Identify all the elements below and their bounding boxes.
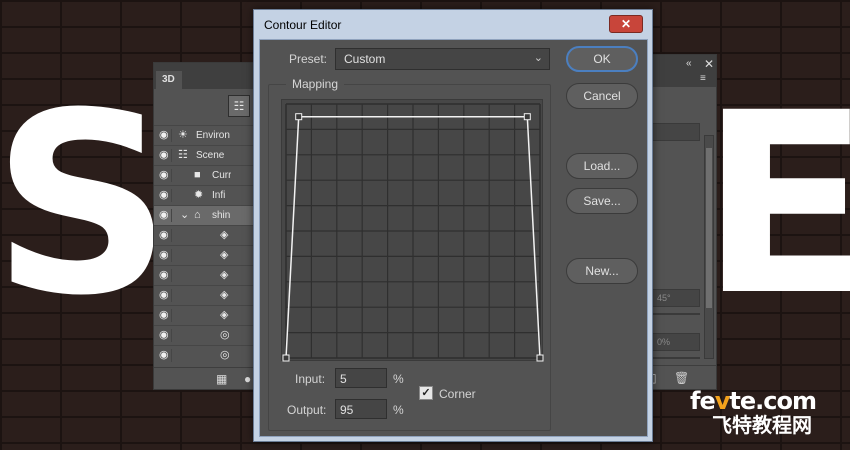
save-button[interactable]: Save... <box>566 188 638 214</box>
3d-layer-row[interactable]: ◉ ◈ <box>154 265 256 285</box>
percent-field[interactable]: 0% <box>652 333 700 351</box>
dialog-title: Contour Editor <box>264 18 342 32</box>
angle-field[interactable]: 45° <box>652 289 700 307</box>
curve-control-point[interactable] <box>282 354 290 362</box>
camera-icon: ■ <box>194 169 201 181</box>
percent-slider[interactable] <box>652 357 700 359</box>
3d-panel-toolrow: ☷ <box>154 89 256 125</box>
input-percent: % <box>393 372 404 386</box>
eye-icon[interactable]: ◉ <box>159 169 172 182</box>
curve-control-point[interactable] <box>295 113 303 121</box>
eye-icon[interactable]: ◉ <box>159 249 172 262</box>
chevron-down-icon: ⌄ <box>533 52 543 64</box>
new-button[interactable]: New... <box>566 258 638 284</box>
input-label: Input: <box>295 372 326 386</box>
output-percent: % <box>393 403 404 417</box>
infinite-light-icon: ✹ <box>194 189 204 201</box>
corner-label: Corner <box>439 387 476 401</box>
site-watermark: fevte.com 飞特教程网 <box>690 387 817 437</box>
output-label: Output: <box>287 403 327 417</box>
material-icon: ◈ <box>220 269 229 281</box>
panel-close-icon[interactable]: ✕ <box>704 57 714 71</box>
material-icon: ◈ <box>220 229 229 241</box>
watermark-site-name: 飞特教程网 <box>712 413 812 437</box>
scrollbar-thumb[interactable] <box>706 148 712 308</box>
contour-graph[interactable] <box>281 99 544 362</box>
contour-editor-dialog: Contour Editor ✕ Preset: Custom ⌄ Mappin… <box>253 9 653 442</box>
input-field[interactable]: 5 <box>335 368 387 388</box>
scene-filter-button[interactable]: ☷ <box>228 95 250 117</box>
3d-layer-row[interactable]: ◉ ◈ <box>154 245 256 265</box>
3d-layer-row[interactable]: ◉ ☷ Scene <box>154 145 256 165</box>
mapping-label: Mapping <box>286 77 345 91</box>
eye-icon[interactable]: ◉ <box>159 189 172 202</box>
trash-icon[interactable]: 🗑 <box>674 371 689 385</box>
eye-icon[interactable]: ◉ <box>159 329 172 342</box>
3d-layer-name: Curr <box>212 170 232 181</box>
corner-checkbox[interactable]: ✓ <box>419 386 433 400</box>
curve-control-point[interactable] <box>536 354 544 362</box>
properties-footer: ▯ 🗑 <box>648 365 716 389</box>
material-icon: ◈ <box>220 249 229 261</box>
3d-layer-row[interactable]: ◉ ✹ Infi <box>154 185 256 205</box>
scene-icon: ☷ <box>178 149 188 161</box>
properties-panel: « ✕ ≡ 45° 0% ▯ 🗑 <box>647 54 717 390</box>
eye-icon[interactable]: ◉ <box>159 289 172 302</box>
properties-dropdown[interactable] <box>652 123 700 141</box>
background-letter-e: E <box>700 59 850 350</box>
3d-panel-tabbar: 3D <box>154 63 256 89</box>
constraint-icon: ◎ <box>220 349 230 361</box>
ok-button[interactable]: OK <box>566 46 638 72</box>
angle-slider[interactable] <box>652 313 700 315</box>
3d-panel-footer: ▦ ● <box>154 367 256 389</box>
3d-layer-name: Scene <box>196 150 225 161</box>
3d-layer-name: shin <box>212 210 231 221</box>
preset-value: Custom <box>344 52 386 66</box>
panel-menu-icon[interactable]: ≡ <box>700 73 706 84</box>
3d-layer-row[interactable]: ◉ ◈ <box>154 305 256 325</box>
watermark-domain: fevte.com <box>690 387 817 415</box>
curve-control-point[interactable] <box>523 113 531 121</box>
3d-layer-row[interactable]: ◉ ◈ <box>154 225 256 245</box>
render-icon[interactable]: ▦ <box>216 372 227 386</box>
eye-icon[interactable]: ◉ <box>159 269 172 282</box>
light-icon[interactable]: ● <box>244 372 251 386</box>
3d-layer-row[interactable]: ◉ ◈ <box>154 285 256 305</box>
material-icon: ◈ <box>220 309 229 321</box>
3d-layer-row[interactable]: ◉ ◎ <box>154 345 256 365</box>
properties-scrollbar[interactable] <box>704 135 714 359</box>
preset-label: Preset: <box>289 52 328 66</box>
3d-layer-name: Infi <box>212 190 226 201</box>
3d-layer-row[interactable]: ◉ ◎ <box>154 325 256 345</box>
cancel-button[interactable]: Cancel <box>566 83 638 109</box>
3d-layer-row[interactable]: ◉ ■ Curr <box>154 165 256 185</box>
environment-icon: ☀ <box>178 129 188 141</box>
contour-graph-svg[interactable] <box>282 100 544 362</box>
material-icon: ◈ <box>220 289 229 301</box>
tab-3d[interactable]: 3D <box>156 71 182 89</box>
eye-icon[interactable]: ◉ <box>159 309 172 322</box>
eye-icon[interactable]: ◉ <box>159 209 172 222</box>
expand-chevron-icon[interactable]: ⌄ <box>180 208 189 222</box>
dialog-client: Preset: Custom ⌄ Mapping Input: 5 % Outp… <box>259 39 648 437</box>
mesh-icon: ⌂ <box>194 209 201 221</box>
preset-select[interactable]: Custom ⌄ <box>335 48 550 70</box>
3d-layer-row[interactable]: ◉ ☀ Environ <box>154 125 256 145</box>
3d-layer-name: Environ <box>196 130 230 141</box>
dialog-titlebar[interactable]: Contour Editor ✕ <box>254 10 652 38</box>
close-button[interactable]: ✕ <box>609 15 643 33</box>
properties-panel-top: « ✕ ≡ <box>648 55 716 87</box>
3d-layer-row[interactable]: ◉ ⌄ ⌂ shin <box>154 205 256 225</box>
eye-icon[interactable]: ◉ <box>159 129 172 142</box>
3d-panel: 3D ☷ ◉ ☀ Environ ◉ ☷ Scene ◉ ■ Curr ◉ ✹ Infi ◉ ⌄ ⌂ shin… <box>153 62 257 390</box>
load-button[interactable]: Load... <box>566 153 638 179</box>
constraint-icon: ◎ <box>220 329 230 341</box>
output-field[interactable]: 95 <box>335 399 387 419</box>
eye-icon[interactable]: ◉ <box>159 149 172 162</box>
background-letter-s: S <box>0 59 173 350</box>
eye-icon[interactable]: ◉ <box>159 349 172 362</box>
collapse-icon[interactable]: « <box>686 58 692 69</box>
eye-icon[interactable]: ◉ <box>159 229 172 242</box>
